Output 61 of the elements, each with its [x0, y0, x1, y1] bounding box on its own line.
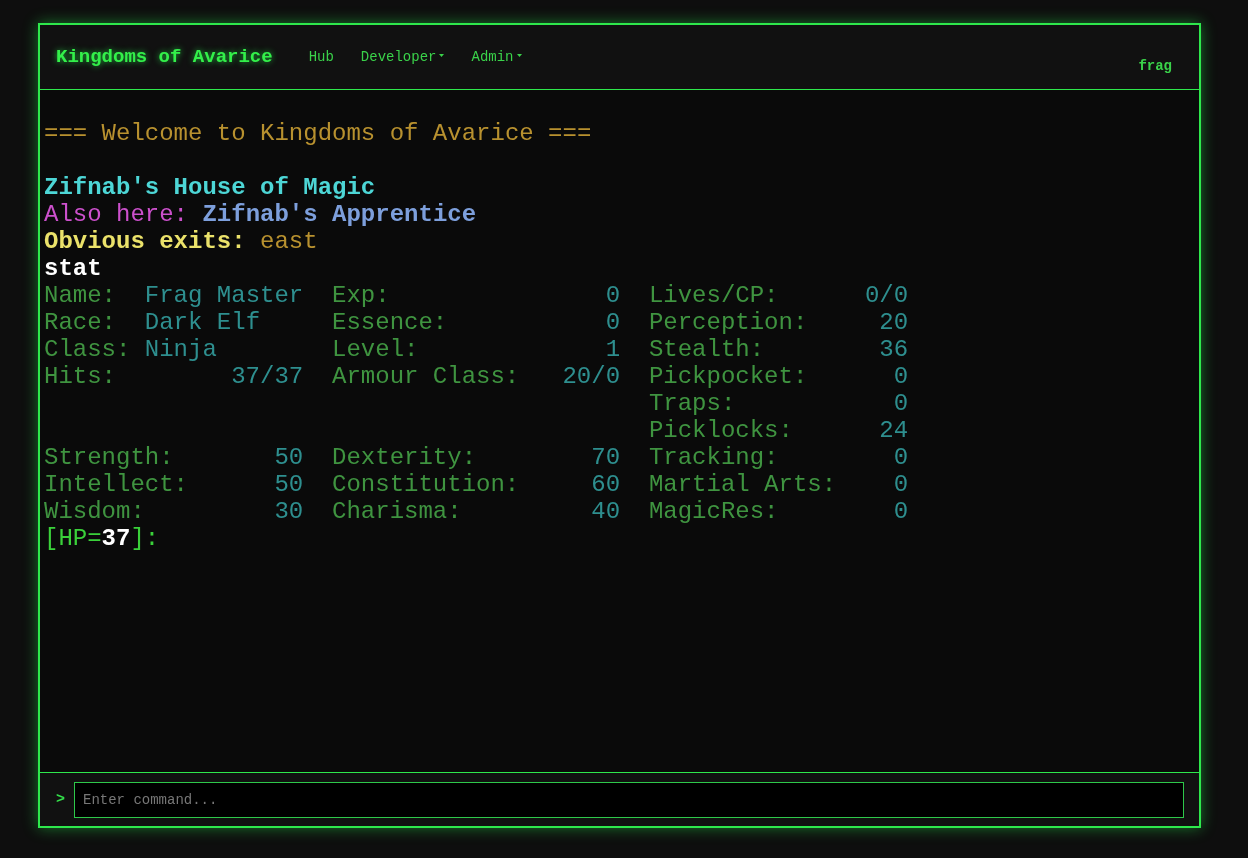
also-here-label: Also here: [44, 201, 189, 228]
stat-value: 24 [879, 417, 909, 444]
stat-label: Strength: [44, 444, 174, 471]
stat-value: 1 [605, 336, 621, 363]
stat-value: 0 [893, 498, 909, 525]
stat-value: 36 [879, 336, 909, 363]
stat-value: 70 [591, 444, 621, 471]
stat-label: Level: [332, 336, 419, 363]
stat-value: 0 [893, 390, 909, 417]
stat-value: 50 [274, 444, 304, 471]
stat-label: MagicRes: [648, 498, 779, 525]
stat-label: Charisma: [332, 498, 462, 525]
stat-value: 50 [274, 471, 304, 498]
stat-label: Essence: [332, 309, 448, 336]
stat-value: 0 [893, 471, 909, 498]
stat-value: Ninja [144, 336, 217, 363]
stat-value: 0 [605, 309, 621, 336]
typed-command: stat [44, 255, 102, 282]
stat-label: Picklocks: [648, 417, 793, 444]
nav-link[interactable]: Developer [360, 49, 445, 65]
stat-value: 30 [274, 498, 304, 525]
exit-name: east [260, 228, 318, 255]
stat-label: Constitution: [332, 471, 520, 498]
stat-label: Hits: [44, 363, 116, 390]
stat-label: Class: [44, 336, 132, 363]
stat-label: Dexterity: [332, 444, 477, 471]
stat-label: Traps: [648, 390, 736, 417]
stat-label: Wisdom: [44, 498, 145, 525]
stat-label: Martial Arts: [648, 471, 837, 498]
stat-label: Name: [44, 282, 117, 309]
stat-value: 20/0 [562, 363, 621, 390]
stat-label: Race: [44, 309, 117, 336]
stat-label: Armour Class: [332, 363, 520, 390]
command-prompt-symbol: > [56, 791, 66, 808]
welcome-text: === Welcome to Kingdoms of Avarice === [44, 120, 592, 147]
stat-label: Intellect: [44, 471, 189, 498]
room-name: Zifnab's House of Magic [44, 174, 376, 201]
stat-label: Pickpocket: [648, 363, 808, 390]
stat-value: 37/37 [231, 363, 304, 390]
site-title[interactable]: Kingdoms of Avarice [56, 46, 273, 68]
stat-value: Dark Elf [144, 309, 261, 336]
stat-value: 0 [605, 282, 621, 309]
stat-value: Frag Master [144, 282, 304, 309]
stat-label: Exp: [332, 282, 390, 309]
user-name: frag [1138, 58, 1172, 74]
stat-value: 20 [879, 309, 909, 336]
stat-label: Tracking: [648, 444, 779, 471]
stat-label: Lives/CP: [648, 282, 779, 309]
stat-value: 0 [893, 363, 909, 390]
nav-link[interactable]: Hub [308, 49, 334, 65]
stat-value: 0/0 [864, 282, 909, 309]
nav-link[interactable]: Admin [471, 49, 522, 65]
stat-value: 0 [893, 444, 909, 471]
command-input[interactable]: Enter command... [74, 781, 1184, 818]
stat-label: Stealth: [648, 336, 765, 363]
npc-name: Zifnab's Apprentice [202, 201, 477, 228]
hp-prompt: [HP=37]: [44, 525, 160, 552]
exits-label: Obvious exits: [44, 228, 246, 255]
stat-value: 40 [591, 498, 621, 525]
stat-label: Perception: [648, 309, 808, 336]
stat-value: 60 [591, 471, 621, 498]
